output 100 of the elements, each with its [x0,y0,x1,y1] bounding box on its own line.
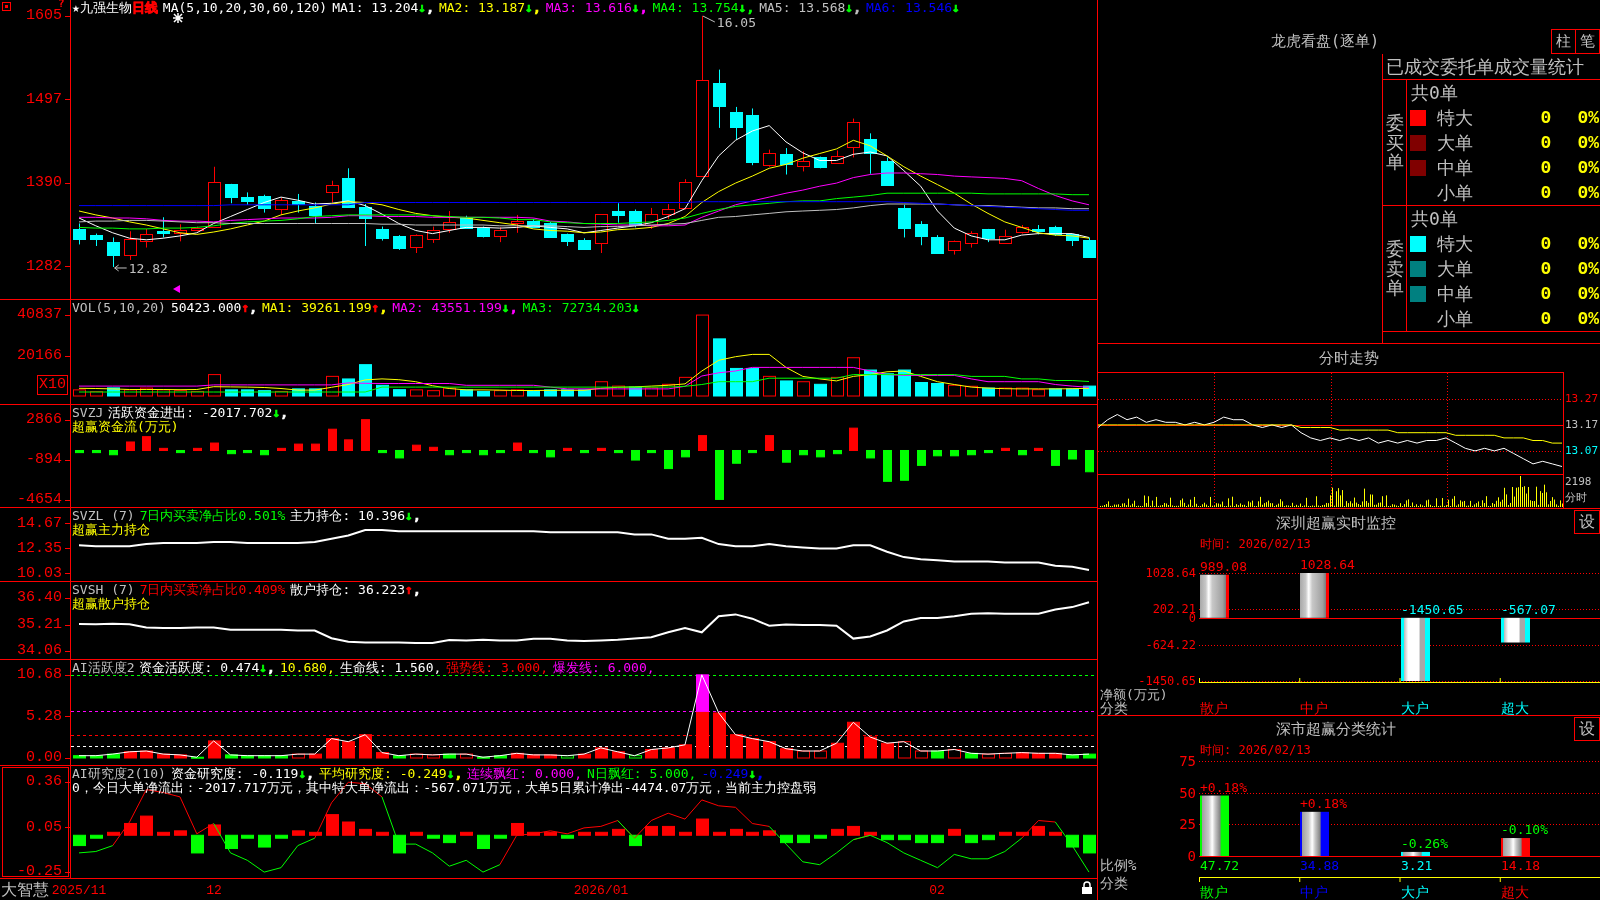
order-count: 0 [1540,308,1552,329]
timestamp-text: 时间: 2026/02/13 [1200,743,1311,757]
order-total: 共0单 [1411,208,1458,229]
order-share: 0% [1577,308,1599,329]
category-label: 中户 [1300,884,1328,900]
legend-text: 活跃资金进出: -2017.702↓, [108,406,289,420]
legend-text: -0.249↓, [701,767,765,781]
category-label: 大户 [1401,884,1429,900]
date-axis-label: 12 [206,883,222,899]
axis-title: 比例% [1100,857,1137,873]
value-label: 14.18 [1501,858,1541,873]
change-label: -0.10% [1501,822,1548,838]
legend-text: ★九强生物日线 [72,1,158,15]
legend-text: MA(5,10,20,30,60,120) [162,1,328,15]
order-count: 0 [1540,258,1552,279]
value-label: 989.08 [1200,558,1247,574]
category-label: 中户 [1300,700,1328,716]
order-size-label: 特大 [1437,107,1473,128]
legend-text: AI活跃度2 [72,661,135,675]
timestamp-text: 时间: 2026/02/13 [1200,537,1311,551]
axis-title: 净额(万元) [1100,687,1168,702]
price-tick-label: 13.17 [1565,418,1599,431]
legend-text: 超赢主力持仓 [72,523,150,537]
change-label: -0.26% [1401,835,1448,851]
legend-text: 超赢资金流(万元) [72,420,179,434]
legend-text: 主力持仓: 10.396↓, [290,509,421,523]
axis-tick-label: -624.22 [1145,638,1196,652]
category-label: 超大 [1501,700,1529,716]
legend-text: 平均研究度: -0.249↓, [319,767,463,781]
order-share: 0% [1577,107,1599,128]
price-tick-label: 13.07 [1565,444,1599,457]
axis-tick-label: -1450.65 [1138,674,1196,688]
legend-text: 爆发线: 6.000, [553,661,655,675]
legend-text: SVSH (7) [72,583,135,597]
order-count: 0 [1540,283,1552,304]
legend-text: SVZJ [72,406,104,420]
value-label: 47.72 [1200,858,1240,873]
legend-text: 连续飘红: 0.000, [467,767,582,781]
order-count: 0 [1540,233,1552,254]
order-size-label: 小单 [1437,182,1473,203]
legend-text: 超赢散户持仓 [72,597,150,611]
panel-title: 分时走势 [1319,349,1379,367]
order-share: 0% [1577,233,1599,254]
change-label: +0.18% [1300,795,1347,811]
axis-title: 分类 [1100,875,1128,891]
order-share: 0% [1577,283,1599,304]
axis-tick-label: 75 [1179,753,1196,769]
legend-text: MA1: 13.204↓, [332,1,434,15]
category-label: 超大 [1501,884,1529,900]
category-label: 大户 [1401,700,1429,716]
date-axis-label: 2025/11 [51,883,107,899]
order-count: 0 [1540,107,1552,128]
legend-text: N日飘红: 5.000, [587,767,697,781]
date-axis-label: 2026/01 [573,883,629,899]
order-size-label: 中单 [1437,157,1473,178]
legend-text: 强势线: 3.000, [446,661,548,675]
legend-text: 资金活跃度: 0.474↓, [139,661,275,675]
unit-label: X10 [37,375,68,395]
legend-text: MA1: 39261.199↑, [262,301,388,315]
legend-text: 资金研究度: -0.119↓, [170,767,315,781]
order-share: 0% [1577,258,1599,279]
axis-tick-label: 25 [1179,816,1196,833]
change-label: +0.18% [1200,779,1247,795]
legend-text: 50423.000↑, [170,301,258,315]
legend-text: MA3: 72734.203↓ [522,301,640,315]
category-label: 散户 [1200,884,1228,900]
legend-text: 散户持仓: 36.223↑, [290,583,421,597]
axis-title: 分类 [1100,700,1128,716]
value-label: -567.07 [1501,601,1556,617]
volume-unit-label: 分时 [1565,492,1587,504]
order-share: 0% [1577,157,1599,178]
axis-tick-label: 50 [1179,784,1196,801]
panel-title: 深市超赢分类统计 [1276,720,1396,738]
order-count: 0 [1540,157,1552,178]
value-label: 34.88 [1300,858,1340,873]
order-count: 0 [1540,182,1552,203]
order-size-label: 大单 [1437,258,1473,279]
price-tick-label: 13.27 [1565,392,1599,405]
order-size-label: 小单 [1437,308,1473,329]
legend-text: MA3: 13.616↓, [545,1,648,15]
table-title: 已成交委托单成交量统计 [1386,56,1584,77]
price-annotation: 16.05 [716,15,756,30]
legend-text: 生命线: 1.560, [339,661,442,675]
order-share: 0% [1577,132,1599,153]
value-label: -1450.65 [1401,601,1464,617]
order-size-label: 大单 [1437,132,1473,153]
order-size-label: 中单 [1437,283,1473,304]
panel-title: 深圳超赢实时监控 [1276,514,1396,532]
legend-text: 7日内买卖净占比0.409% [139,583,286,597]
order-share: 0% [1577,182,1599,203]
legend-text: MA2: 43551.199↓, [392,301,518,315]
date-axis-label: 02 [929,883,945,899]
volume-tick-label: 2198 [1565,476,1592,488]
legend-text: MA2: 13.187↓, [438,1,541,15]
order-size-label: 特大 [1437,233,1473,254]
panel-title: 龙虎看盘(逐单) [1270,33,1380,50]
value-label: 1028.64 [1300,557,1355,572]
legend-text: SVZL (7) [72,509,135,523]
group-label: 委卖单 [1385,238,1404,299]
legend-text: VOL(5,10,20) [72,301,166,315]
